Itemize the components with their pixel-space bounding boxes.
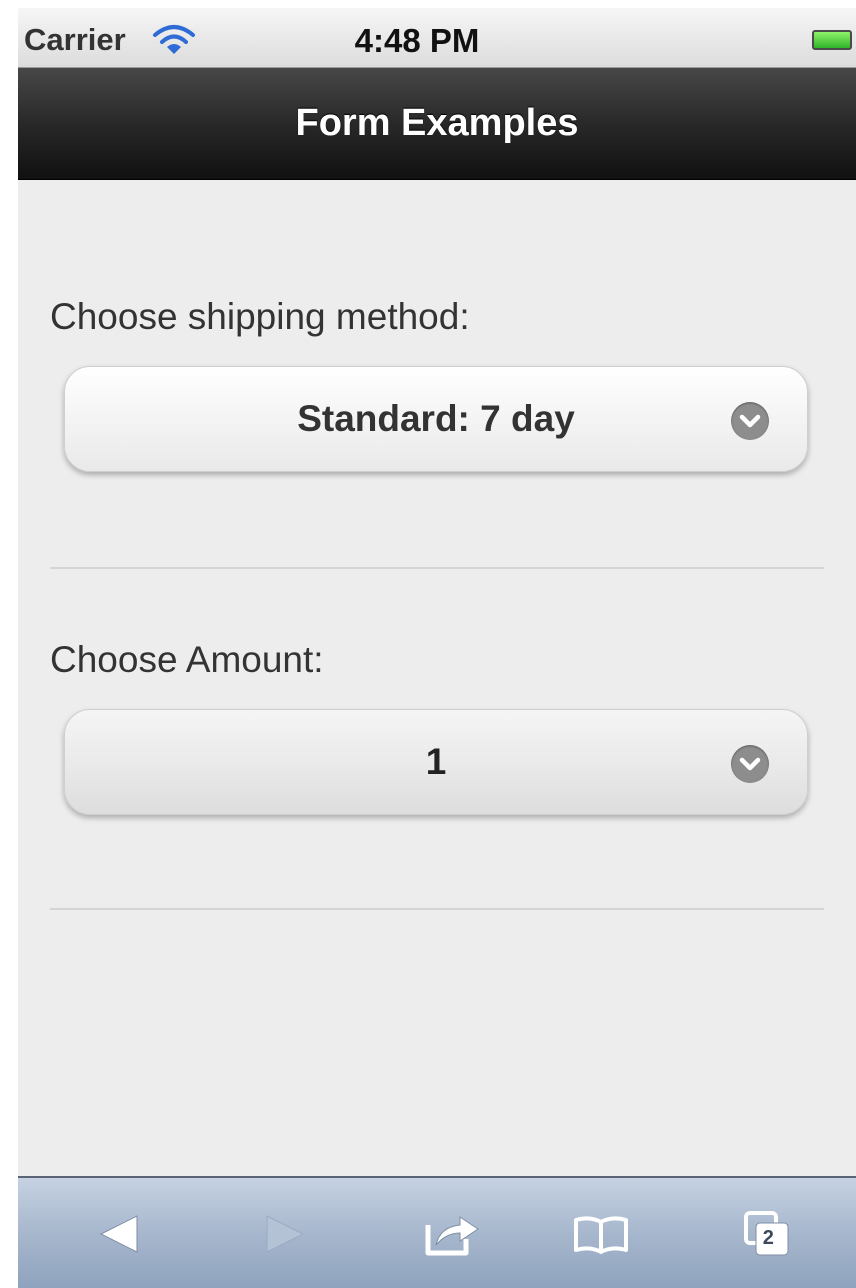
status-time: 4:48 PM: [354, 22, 480, 59]
bookmarks-button[interactable]: [546, 1178, 656, 1288]
share-button[interactable]: [398, 1178, 508, 1288]
status-bar: Carrier 4:48 PM: [18, 8, 856, 68]
forward-button[interactable]: [230, 1178, 340, 1288]
shipping-method-value: Standard: 7 day: [297, 398, 575, 439]
shipping-method-select[interactable]: Standard: 7 day: [64, 366, 808, 472]
back-icon: [99, 1215, 138, 1253]
form-content: Choose shipping method: Standard: 7 day …: [18, 181, 856, 1176]
back-button[interactable]: [64, 1178, 174, 1288]
shipping-method-label: Choose shipping method:: [50, 296, 470, 337]
battery-icon: [812, 30, 852, 50]
amount-value: 1: [425, 741, 447, 782]
chevron-down-icon: [731, 745, 769, 783]
phone-screen: Carrier 4:48 PM Form Examples Choose shi…: [18, 8, 856, 1288]
browser-toolbar: 2: [18, 1176, 856, 1288]
bookmarks-icon: [574, 1216, 628, 1254]
forward-icon: [266, 1215, 305, 1253]
page-header: Form Examples: [18, 68, 856, 180]
tabs-button[interactable]: 2: [712, 1178, 822, 1288]
divider: [50, 908, 824, 910]
amount-select[interactable]: 1: [64, 709, 808, 815]
share-icon: [425, 1216, 479, 1256]
page-title: Form Examples: [295, 102, 579, 144]
tabs-count: 2: [762, 1227, 774, 1250]
divider: [50, 567, 824, 569]
chevron-down-icon: [731, 402, 769, 440]
amount-label: Choose Amount:: [50, 639, 324, 680]
